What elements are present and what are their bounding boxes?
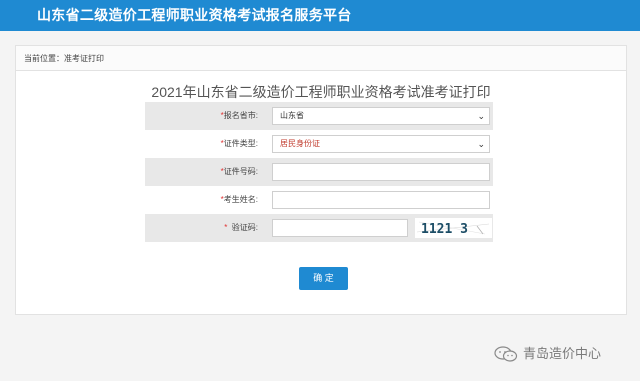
form-row-id-type: *证件类型: 居民身份证 ⌄: [145, 130, 493, 158]
captcha-image[interactable]: 1121 3: [415, 218, 492, 238]
id-type-select-value: 居民身份证: [280, 139, 320, 148]
chevron-down-icon: ⌄: [477, 139, 485, 149]
id-type-label: *证件类型:: [145, 130, 258, 158]
id-type-label-text: 证件类型:: [223, 139, 258, 148]
required-mark: *: [224, 223, 228, 232]
province-select[interactable]: 山东省 ⌄: [272, 107, 490, 125]
breadcrumb-bar: 当前位置：准考证打印: [16, 46, 626, 71]
captcha-label: * 验证码:: [145, 214, 258, 242]
chevron-down-icon: ⌄: [477, 111, 485, 121]
province-select-value: 山东省: [280, 111, 304, 120]
watermark-text: 青岛造价中心: [523, 346, 602, 361]
form-row-candidate-name: *考生姓名:: [145, 186, 493, 214]
form-title: 2021年山东省二级造价工程师职业资格考试准考证打印: [151, 84, 491, 100]
id-type-select[interactable]: 居民身份证 ⌄: [272, 135, 490, 153]
id-number-label: *证件号码:: [145, 158, 258, 186]
main-panel: 当前位置：准考证打印 2021年山东省二级造价工程师职业资格考试准考证打印 *报…: [15, 45, 627, 315]
wechat-icon: [494, 346, 518, 367]
top-header-bar: 山东省二级造价工程师职业资格考试报名服务平台: [0, 0, 640, 31]
confirm-button[interactable]: 确 定: [299, 267, 348, 290]
id-number-label-text: 证件号码:: [223, 167, 258, 176]
captcha-label-text: 验证码:: [231, 223, 258, 232]
form-row-province: *报名省市: 山东省 ⌄: [145, 102, 493, 130]
form-row-captcha: * 验证码: 1121 3: [145, 214, 493, 242]
breadcrumb: 当前位置：准考证打印: [24, 54, 104, 63]
admission-ticket-form: *报名省市: 山东省 ⌄ *证件类型: 居民身份证 ⌄ *证件号码: *考生姓名…: [145, 102, 493, 244]
province-label: *报名省市:: [145, 102, 258, 130]
candidate-name-label: *考生姓名:: [145, 186, 258, 214]
id-number-input[interactable]: [272, 163, 490, 181]
captcha-input[interactable]: [272, 219, 408, 237]
site-title: 山东省二级造价工程师职业资格考试报名服务平台: [37, 7, 352, 23]
province-label-text: 报名省市:: [223, 111, 258, 120]
candidate-name-label-text: 考生姓名:: [223, 195, 258, 204]
candidate-name-input[interactable]: [272, 191, 490, 209]
captcha-text: 1121 3: [421, 222, 468, 237]
form-row-id-number: *证件号码:: [145, 158, 493, 186]
